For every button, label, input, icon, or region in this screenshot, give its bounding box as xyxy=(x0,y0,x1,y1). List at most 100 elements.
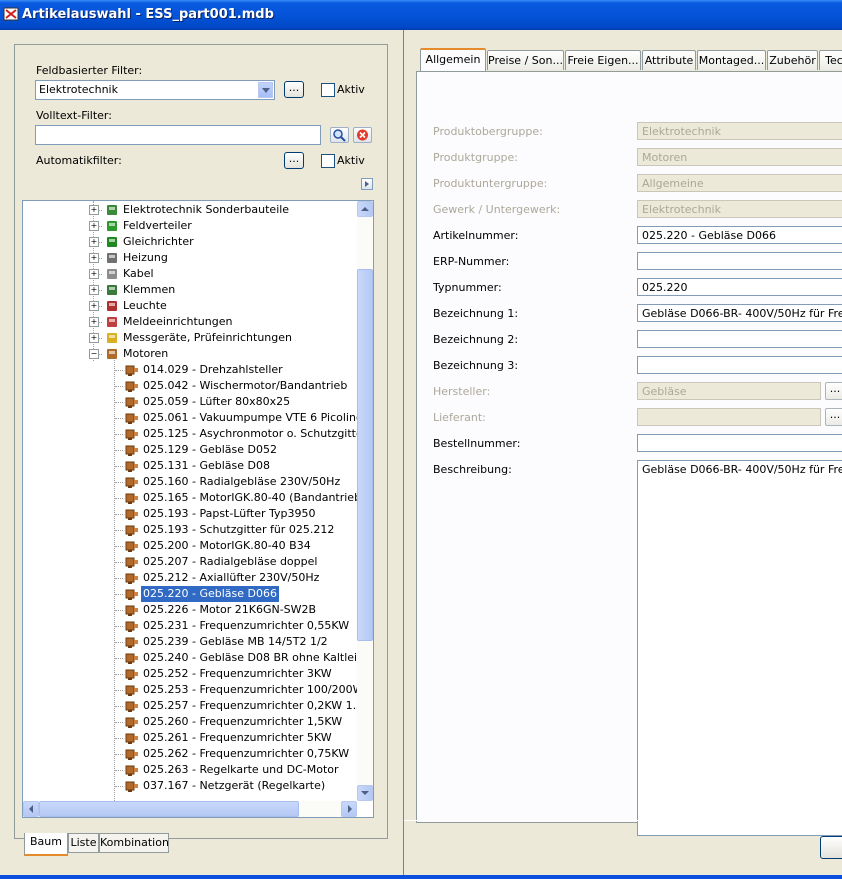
chevron-down-icon[interactable] xyxy=(258,82,273,98)
expand-icon[interactable]: + xyxy=(89,205,99,215)
expand-arrow-button[interactable] xyxy=(361,178,373,190)
expand-icon[interactable]: + xyxy=(89,301,99,311)
tree-leaf[interactable]: 025.240 - Gebläse D08 BR ohne Kaltleiter xyxy=(23,650,373,666)
expand-icon[interactable]: + xyxy=(89,269,99,279)
tree-node[interactable]: + Meldeeinrichtungen xyxy=(23,314,353,330)
tree-leaf[interactable]: 025.263 - Regelkarte und DC-Motor xyxy=(23,762,357,778)
tree-leaf[interactable]: 025.239 - Gebläse MB 14/5T2 1/2 xyxy=(23,634,357,650)
expand-icon[interactable]: + xyxy=(89,237,99,247)
tab-preise[interactable]: Preise / Son... xyxy=(487,50,564,70)
scroll-thumb[interactable] xyxy=(357,269,373,641)
feld-filter-combo[interactable]: Elektrotechnik xyxy=(35,80,275,100)
field-input[interactable] xyxy=(637,330,842,348)
tree-leaf[interactable]: 025.193 - Papst-Lüfter Typ3950 xyxy=(23,506,357,522)
tree-leaf-label: 025.200 - MotorIGK.80-40 B34 xyxy=(143,539,311,552)
scroll-left-button[interactable] xyxy=(23,801,39,817)
expand-icon[interactable]: + xyxy=(89,221,99,231)
tree-leaf[interactable]: 025.129 - Gebläse D052 xyxy=(23,442,357,458)
expand-icon[interactable]: + xyxy=(89,317,99,327)
tab-montagedaten[interactable]: Montaged... xyxy=(697,50,766,70)
tree-node[interactable]: + Kabel xyxy=(23,266,353,282)
tree-node[interactable]: + Messgeräte, Prüfeinrichtungen xyxy=(23,330,353,346)
tree-node[interactable]: + Feldverteiler xyxy=(23,218,353,234)
tab-kombination[interactable]: Kombination xyxy=(99,833,169,853)
tree-guide-line xyxy=(115,626,123,627)
volltext-input[interactable] xyxy=(35,125,321,145)
tree-leaf[interactable]: 025.212 - Axiallüfter 230V/50Hz xyxy=(23,570,357,586)
tree-leaf[interactable]: 025.200 - MotorIGK.80-40 B34 xyxy=(23,538,357,554)
tab-liste[interactable]: Liste xyxy=(68,833,99,853)
automatik-aktiv-label: Aktiv xyxy=(337,154,365,167)
tab-zubehoer[interactable]: Zubehör xyxy=(767,50,818,70)
tree-leaf[interactable]: 025.160 - Radialgebläse 230V/50Hz xyxy=(23,474,357,490)
hersteller-dots-button[interactable]: ... xyxy=(825,382,842,400)
tree-leaf[interactable]: 025.193 - Schutzgitter für 025.212 xyxy=(23,522,357,538)
tree-leaf[interactable]: 025.262 - Frequenzumrichter 0,75KW xyxy=(23,746,357,762)
lieferant-dots-button[interactable]: ... xyxy=(825,408,842,426)
expand-icon[interactable]: + xyxy=(89,333,99,343)
tree-leaf[interactable]: 025.261 - Frequenzumrichter 5KW xyxy=(23,730,357,746)
collapse-icon[interactable]: − xyxy=(89,349,99,359)
field-input[interactable]: 025.220 xyxy=(637,278,842,296)
field-input[interactable]: Gebläse D066-BR- 400V/50Hz für Frequenzu… xyxy=(637,460,842,836)
feld-filter-aktiv-checkbox[interactable] xyxy=(321,83,335,97)
field-input: Elektrotechnik xyxy=(637,200,842,218)
field-input: Elektrotechnik xyxy=(637,122,842,140)
tree-leaf[interactable]: 025.252 - Frequenzumrichter 3KW xyxy=(23,666,357,682)
tree-leaf[interactable]: 025.231 - Frequenzumrichter 0,55KW xyxy=(23,618,357,634)
clear-filter-button[interactable] xyxy=(353,127,372,143)
tab-allgemein[interactable]: Allgemein xyxy=(420,48,486,71)
tree-leaf[interactable]: 025.226 - Motor 21K6GN-SW2B xyxy=(23,602,357,618)
article-tree[interactable]: + Elektrotechnik Sonderbauteile + Feldverte… xyxy=(22,200,374,818)
tree-leaf[interactable]: 025.220 - Gebläse D066 xyxy=(23,586,357,602)
tree-node-label: Heizung xyxy=(123,251,168,264)
tree-leaf[interactable]: 025.131 - Gebläse D08 xyxy=(23,458,357,474)
tree-leaf[interactable]: 025.165 - MotorIGK.80-40 (Bandantriebs xyxy=(23,490,367,506)
category-icon xyxy=(107,333,117,343)
tree-guide-line xyxy=(115,498,123,499)
tree-leaf[interactable]: 025.059 - Lüfter 80x80x25 xyxy=(23,394,357,410)
field-label: Lieferant: xyxy=(433,411,486,424)
hscroll-thumb[interactable] xyxy=(39,801,299,817)
tree-node[interactable]: + Leuchte xyxy=(23,298,353,314)
scroll-right-button[interactable] xyxy=(341,801,357,817)
expand-icon[interactable]: + xyxy=(89,285,99,295)
automatik-dots-button[interactable]: ... xyxy=(284,152,304,169)
tab-freie-eigenschaften[interactable]: Freie Eigen... xyxy=(565,50,641,70)
tree-node[interactable]: + Klemmen xyxy=(23,282,353,298)
field-input[interactable] xyxy=(637,434,842,452)
tree-node[interactable]: + Heizung xyxy=(23,250,353,266)
tree-leaf[interactable]: 025.061 - Vakuumpumpe VTE 6 Picolino 4 xyxy=(23,410,373,426)
tree-leaf[interactable]: 025.207 - Radialgebläse doppel xyxy=(23,554,357,570)
tree-node[interactable]: + Elektrotechnik Sonderbauteile xyxy=(23,202,353,218)
scroll-down-button[interactable] xyxy=(357,785,373,801)
tree-leaf[interactable]: 025.257 - Frequenzumrichter 0,2KW 1.3A xyxy=(23,698,371,714)
field-input[interactable]: 025.220 - Gebläse D066 xyxy=(637,226,842,244)
tree-guide-line xyxy=(115,450,123,451)
ok-button[interactable] xyxy=(820,836,842,859)
tree-leaf[interactable]: 025.042 - Wischermotor/Bandantrieb xyxy=(23,378,357,394)
field-input[interactable]: Gebläse D066-BR- 400V/50Hz für Frequenzu… xyxy=(637,304,842,322)
search-button[interactable] xyxy=(330,127,349,143)
tree-node[interactable]: + Gleichrichter xyxy=(23,234,353,250)
tab-baum[interactable]: Baum xyxy=(24,833,68,856)
tree-guide-line xyxy=(115,482,123,483)
tree-leaf[interactable]: 037.167 - Netzgerät (Regelkarte) xyxy=(23,778,357,794)
tree-vertical-scrollbar[interactable] xyxy=(357,201,373,801)
tree-leaf[interactable]: 014.029 - Drehzahlsteller xyxy=(23,362,357,378)
tree-guide-line xyxy=(115,530,123,531)
field-input[interactable] xyxy=(637,356,842,374)
tree-node[interactable]: − Motoren xyxy=(23,346,353,362)
tab-technik[interactable]: Tec xyxy=(819,50,842,70)
feld-filter-dots-button[interactable]: ... xyxy=(284,81,304,98)
tab-attribute[interactable]: Attribute xyxy=(642,50,696,70)
automatik-aktiv-checkbox[interactable] xyxy=(321,154,335,168)
expand-icon[interactable]: + xyxy=(89,253,99,263)
tree-horizontal-scrollbar[interactable] xyxy=(23,801,357,817)
tree-leaf[interactable]: 025.253 - Frequenzumrichter 100/200W xyxy=(23,682,363,698)
tree-leaf[interactable]: 025.125 - Asychronmotor o. Schutzgitter xyxy=(23,426,367,442)
field-input[interactable] xyxy=(637,252,842,270)
scroll-up-button[interactable] xyxy=(357,201,373,217)
field-label: Bezeichnung 2: xyxy=(433,333,519,346)
tree-leaf[interactable]: 025.260 - Frequenzumrichter 1,5KW xyxy=(23,714,357,730)
